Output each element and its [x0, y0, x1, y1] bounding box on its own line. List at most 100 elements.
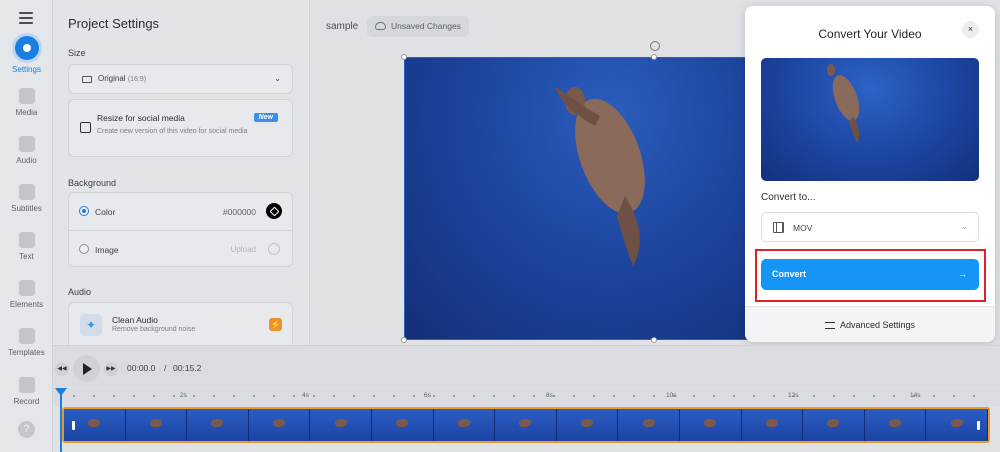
- size-ratio: (16:9): [127, 76, 147, 83]
- project-name[interactable]: sample: [326, 21, 358, 32]
- convert-to-label: Convert to...: [761, 192, 816, 203]
- ruler-dot: [913, 395, 915, 397]
- lightning-icon: ⚡: [269, 318, 282, 331]
- tick-label: 10s: [666, 392, 677, 399]
- cloud-off-icon: [375, 22, 386, 30]
- color-radio[interactable]: [79, 206, 89, 216]
- ruler-dot: [93, 395, 95, 397]
- ruler-dot: [413, 395, 415, 397]
- save-status[interactable]: Unsaved Changes: [367, 16, 469, 37]
- text-icon: [18, 232, 35, 248]
- ruler-dot: [533, 395, 535, 397]
- skip-forward-icon[interactable]: ▶▶: [104, 362, 118, 376]
- ruler-dot: [393, 395, 395, 397]
- close-icon[interactable]: ×: [962, 21, 979, 38]
- convert-button[interactable]: Convert →: [761, 259, 979, 290]
- turtle-image: [555, 86, 645, 266]
- aspect-ratio-icon: [82, 76, 92, 83]
- format-select[interactable]: MOV ⌄: [761, 212, 979, 242]
- resize-social-card[interactable]: Resize for social media Create new versi…: [68, 99, 293, 157]
- ruler-dot: [173, 395, 175, 397]
- format-value: MOV: [793, 223, 813, 233]
- ruler-dot: [713, 395, 715, 397]
- ruler-dot: [593, 395, 595, 397]
- video-preview: [761, 58, 979, 181]
- rail-item-templates[interactable]: Templates: [0, 328, 53, 357]
- subtitles-icon: [18, 184, 35, 200]
- upload-label[interactable]: Upload: [231, 245, 256, 254]
- color-value: #000000: [222, 207, 256, 217]
- timeline-thumbnail: [125, 409, 188, 441]
- image-label: Image: [95, 245, 119, 255]
- timeline-thumbnail: [556, 409, 619, 441]
- timeline-thumbnail: [741, 409, 804, 441]
- ruler-dot: [573, 395, 575, 397]
- sliders-icon: [824, 322, 835, 329]
- size-select[interactable]: Original (16:9) ⌄: [68, 64, 293, 94]
- resize-handle-tl[interactable]: [401, 54, 407, 60]
- ruler-dot: [213, 395, 215, 397]
- ruler-dot: [433, 395, 435, 397]
- trim-handle-left[interactable]: [72, 421, 75, 430]
- video-canvas[interactable]: [404, 57, 749, 340]
- arrow-right-icon: →: [958, 269, 967, 279]
- clean-audio-card[interactable]: ✦ Clean Audio Remove background noise ⚡: [68, 302, 293, 345]
- size-value: Original: [98, 74, 126, 83]
- resize-handle-bottom[interactable]: [651, 337, 657, 343]
- current-time: 00:00.0: [127, 363, 156, 373]
- clean-audio-title: Clean Audio: [112, 315, 158, 325]
- rail-item-elements[interactable]: Elements: [0, 280, 53, 309]
- resize-title: Resize for social media: [97, 113, 185, 123]
- hamburger-menu-icon[interactable]: [19, 12, 33, 24]
- rotate-handle-icon[interactable]: [650, 41, 660, 51]
- timeline-thumbnail: [618, 409, 680, 441]
- left-rail: Settings Media Audio Subtitles Text Elem…: [0, 0, 53, 452]
- color-row[interactable]: Color #000000: [69, 193, 292, 230]
- rail-item-text[interactable]: Text: [0, 232, 53, 261]
- ruler-dot: [273, 395, 275, 397]
- ruler-dot: [673, 395, 675, 397]
- timeline-thumbnail: [187, 409, 249, 441]
- upload-icon[interactable]: [268, 243, 280, 255]
- elements-icon: [18, 280, 35, 296]
- ruler-dot: [633, 395, 635, 397]
- tick-label: 14s: [910, 392, 921, 399]
- resize-handle-bl[interactable]: [401, 337, 407, 343]
- ruler-dot: [293, 395, 295, 397]
- project-settings-panel: Project Settings Size Original (16:9) ⌄ …: [53, 0, 310, 345]
- advanced-settings-button[interactable]: Advanced Settings: [745, 306, 995, 342]
- timeline-thumbnail: [433, 409, 496, 441]
- ruler-dot: [733, 395, 735, 397]
- resize-handle-top[interactable]: [651, 54, 657, 60]
- image-row[interactable]: Image Upload: [69, 230, 292, 267]
- timeline-thumbnail: [864, 409, 927, 441]
- turtle-preview-image: [827, 64, 860, 143]
- rail-item-settings[interactable]: Settings: [0, 36, 53, 74]
- ruler-dot: [933, 395, 935, 397]
- skip-back-icon[interactable]: ◀◀: [55, 362, 69, 376]
- panel-title: Project Settings: [68, 16, 160, 31]
- help-icon[interactable]: ?: [18, 421, 35, 438]
- rail-item-record[interactable]: Record: [0, 377, 53, 406]
- ruler-dot: [693, 395, 695, 397]
- rail-item-audio[interactable]: Audio: [0, 136, 53, 165]
- music-note-icon: [18, 136, 35, 152]
- ruler-dot: [333, 395, 335, 397]
- ruler-dot: [813, 395, 815, 397]
- rail-item-subtitles[interactable]: Subtitles: [0, 184, 53, 213]
- playhead[interactable]: [55, 388, 67, 452]
- ruler-dot: [653, 395, 655, 397]
- play-button[interactable]: [73, 355, 100, 382]
- video-track[interactable]: [62, 407, 990, 443]
- color-picker-icon[interactable]: [266, 203, 282, 219]
- size-label: Size: [68, 48, 86, 58]
- timeline-ruler[interactable]: 2s 4s 6s 8s 10s 12s 14s: [53, 388, 1000, 406]
- total-time: 00:15.2: [173, 363, 202, 373]
- ruler-dot: [193, 395, 195, 397]
- timeline-thumbnail: [371, 409, 434, 441]
- trim-handle-right[interactable]: [977, 421, 980, 430]
- image-radio[interactable]: [79, 244, 89, 254]
- ruler-dot: [73, 395, 75, 397]
- record-icon: [18, 377, 35, 393]
- rail-item-media[interactable]: Media: [0, 88, 53, 117]
